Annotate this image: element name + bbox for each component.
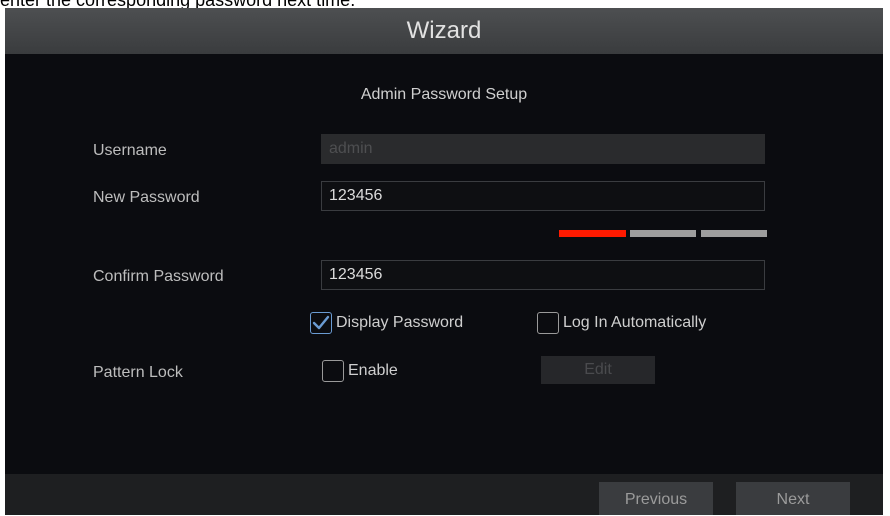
password-strength-segment-3 xyxy=(701,230,767,237)
log-in-automatically-label: Log In Automatically xyxy=(563,314,707,331)
display-password-checkbox[interactable] xyxy=(310,312,332,334)
pattern-lock-edit-button[interactable]: Edit xyxy=(541,356,655,384)
confirm-password-label: Confirm Password xyxy=(93,268,224,285)
checkmark-icon xyxy=(312,315,330,330)
previous-button[interactable]: Previous xyxy=(599,482,713,515)
pattern-lock-enable-checkbox[interactable] xyxy=(322,360,344,382)
log-in-automatically-option[interactable]: Log In Automatically xyxy=(537,312,706,334)
section-title: Admin Password Setup xyxy=(360,86,528,103)
username-field xyxy=(321,134,765,164)
pattern-lock-label: Pattern Lock xyxy=(93,364,183,381)
display-password-label: Display Password xyxy=(336,314,464,331)
new-password-field[interactable] xyxy=(321,181,765,211)
pattern-lock-enable-label: Enable xyxy=(348,362,398,379)
password-strength-segment-2 xyxy=(630,230,696,237)
confirm-password-field[interactable] xyxy=(321,260,765,290)
wizard-footer: Previous Next xyxy=(5,474,883,515)
next-button[interactable]: Next xyxy=(736,482,850,515)
wizard-title: Wizard xyxy=(5,8,883,54)
password-strength-segment-1 xyxy=(559,230,626,237)
display-password-option[interactable]: Display Password xyxy=(310,312,463,334)
log-in-automatically-checkbox[interactable] xyxy=(537,312,559,334)
new-password-label: New Password xyxy=(93,189,200,206)
username-label: Username xyxy=(93,142,167,159)
wizard-dialog: Wizard Admin Password Setup Username New… xyxy=(5,8,883,515)
pattern-lock-enable-option[interactable]: Enable xyxy=(322,360,398,382)
